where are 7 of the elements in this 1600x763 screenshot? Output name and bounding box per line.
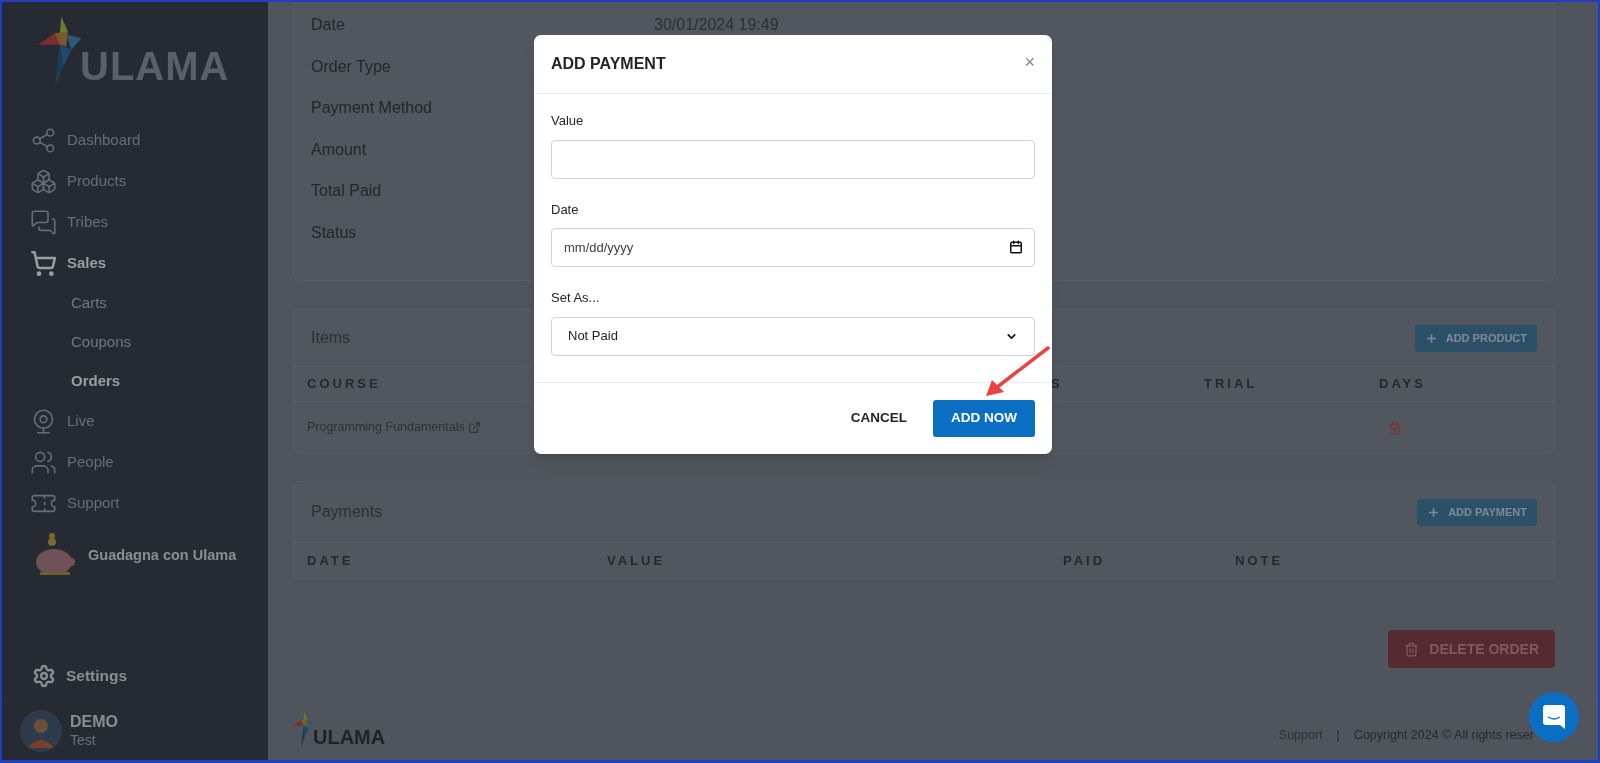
- field-label: Date: [551, 200, 580, 219]
- dialog-title: ADD PAYMENT: [551, 54, 666, 74]
- field-label: Set As...: [551, 289, 601, 307]
- user-name: DEMO: [70, 711, 118, 732]
- user-role: Test: [70, 731, 97, 750]
- separator: |: [1336, 727, 1340, 745]
- field-label: Value: [551, 112, 585, 130]
